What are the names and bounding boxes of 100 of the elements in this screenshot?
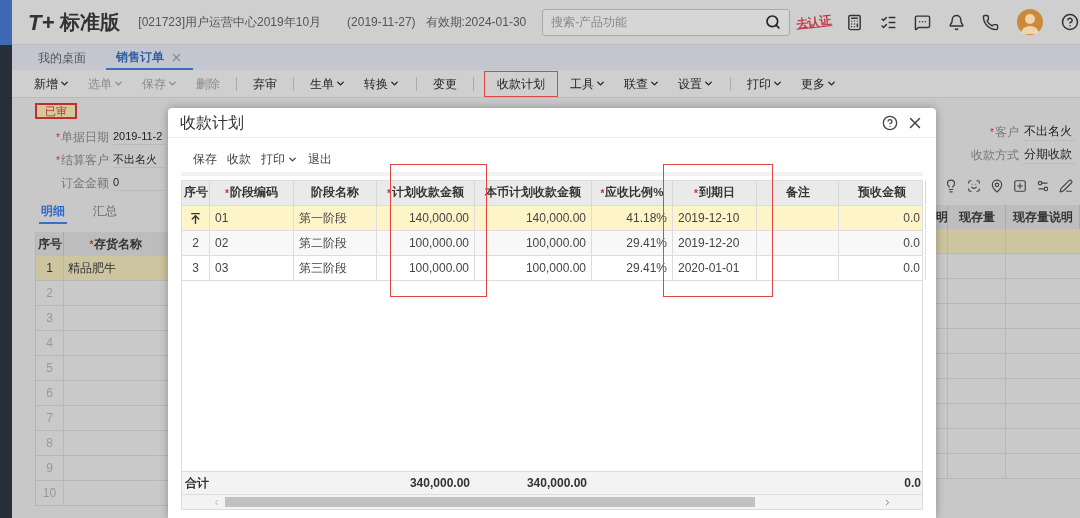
table-cell-text: 140,000.00 xyxy=(408,210,469,227)
required-mark: * xyxy=(56,131,60,143)
table-cell-text: 100,000.00 xyxy=(408,235,469,252)
field-value[interactable]: 2019-11-2 xyxy=(113,127,165,146)
toolbar-button[interactable]: 工具 xyxy=(564,70,612,97)
table-cell-text: 精品肥牛 xyxy=(68,260,116,277)
column-header: 阶段名称 xyxy=(311,185,359,201)
caret-icon xyxy=(335,78,346,89)
toolbar-button[interactable]: 弃审 xyxy=(247,70,283,97)
table-cell-text: 100,000.00 xyxy=(525,235,586,252)
date-text: (2019-11-27) xyxy=(347,14,416,31)
validity-text: 有效期:2024-01-30 xyxy=(425,14,527,31)
table-cell-text: 03 xyxy=(215,260,229,277)
help-icon[interactable] xyxy=(882,114,898,131)
table-cell-text: 第三阶段 xyxy=(299,260,347,277)
lightbulb-icon[interactable] xyxy=(944,179,958,193)
required-mark: * xyxy=(56,154,60,166)
table-cell-text: 第二阶段 xyxy=(299,235,347,252)
calculator-icon[interactable] xyxy=(846,13,864,31)
required-mark: * xyxy=(89,237,94,252)
column-header: 阶段编码 xyxy=(229,185,278,201)
caret-icon xyxy=(772,78,783,89)
total-value: 340,000.00 xyxy=(409,475,470,492)
toolbar-button[interactable]: 收款计划 xyxy=(484,70,558,97)
total-value: 340,000.00 xyxy=(526,475,587,492)
column-header: 预收金额 xyxy=(858,184,906,201)
field-label: 订金金额 xyxy=(61,175,109,190)
dialog-toolbar-button[interactable]: 退出 xyxy=(308,150,332,168)
table-cell-text: 0.0 xyxy=(903,260,920,277)
toolbar-button[interactable]: 转换 xyxy=(358,70,406,97)
map-pin-icon[interactable] xyxy=(990,179,1004,193)
message-icon[interactable] xyxy=(914,13,932,31)
table-cell-text: 0.0 xyxy=(903,235,920,252)
caret-icon xyxy=(167,78,178,89)
edit-icon[interactable] xyxy=(1059,179,1073,193)
total-value: 0.0 xyxy=(904,475,921,492)
table-cell-text: 0.0 xyxy=(903,210,920,227)
column-header: 备注 xyxy=(785,184,810,201)
required-mark: * xyxy=(600,187,605,201)
table-cell-text: 02 xyxy=(215,235,229,252)
scan-icon[interactable] xyxy=(967,179,981,193)
bell-icon[interactable] xyxy=(948,13,966,31)
field-value[interactable]: 不出名火 xyxy=(113,150,165,169)
scroll-right-icon[interactable] xyxy=(883,497,892,507)
caret-icon xyxy=(703,78,714,89)
detail-tab[interactable]: 汇总 xyxy=(91,202,119,224)
field-label: 单据日期 xyxy=(61,129,109,144)
insert-row-icon[interactable] xyxy=(189,211,202,225)
column-header: 到期日 xyxy=(698,185,735,201)
required-mark: * xyxy=(990,126,994,138)
toolbar-button[interactable]: 打印 xyxy=(741,70,789,97)
caret-icon xyxy=(389,78,400,89)
phone-icon[interactable] xyxy=(982,13,1000,31)
horizontal-scrollbar[interactable] xyxy=(182,494,922,509)
column-header: 应收比例% xyxy=(605,184,664,201)
toolbar-button[interactable]: 生单 xyxy=(304,70,352,97)
caret-icon xyxy=(595,78,606,89)
table-cell-text: 01 xyxy=(215,210,229,227)
table-cell-text: 2019-12-20 xyxy=(678,235,740,252)
search-icon xyxy=(765,14,782,30)
caret-icon xyxy=(113,78,124,89)
table-cell-text: 100,000.00 xyxy=(525,260,586,277)
column-header: 序号 xyxy=(183,184,208,201)
field-label: 客户 xyxy=(995,124,1019,139)
field-value[interactable]: 不出名火 xyxy=(1024,122,1076,141)
caret-icon xyxy=(826,78,837,89)
help-icon[interactable] xyxy=(1061,13,1080,31)
caret-icon xyxy=(649,78,660,89)
dialog-toolbar-button[interactable]: 打印 xyxy=(261,150,298,168)
row-number: 3 xyxy=(192,260,199,277)
field-value[interactable]: 分期收款 xyxy=(1024,145,1076,164)
field-label: 结算客户 xyxy=(61,152,109,167)
toolbar-button[interactable]: 变更 xyxy=(427,70,463,97)
settings-icon[interactable] xyxy=(1036,179,1050,193)
row-number: 2 xyxy=(192,235,199,252)
dialog-toolbar-button[interactable]: 收款 xyxy=(227,150,251,168)
status-badge: 已审 xyxy=(35,103,77,119)
toolbar-button[interactable]: 联查 xyxy=(618,70,666,97)
account-text: [021723]用户运营中心2019年10月 xyxy=(138,14,322,31)
toolbar-button[interactable]: 更多 xyxy=(795,70,843,97)
required-mark: * xyxy=(225,186,229,201)
dialog-toolbar-button[interactable]: 保存 xyxy=(193,150,217,168)
table-cell-text: 140,000.00 xyxy=(525,210,586,227)
toolbar-button[interactable]: 设置 xyxy=(672,70,720,97)
row-number: 1 xyxy=(36,256,64,280)
table-cell-text: 2019-12-10 xyxy=(678,210,740,227)
field-label: 收款方式 xyxy=(971,147,1019,162)
column-header: 存货名称 xyxy=(94,236,143,253)
toolbar-button[interactable]: 新增 xyxy=(28,70,76,97)
logo-mark: T+ xyxy=(28,8,55,37)
caret-icon xyxy=(59,78,70,89)
table-cell-text: 100,000.00 xyxy=(408,260,469,277)
search-box[interactable]: 搜索-产品功能 xyxy=(542,8,791,36)
grid-row[interactable]: 1 精品肥牛 xyxy=(36,256,168,281)
required-mark: * xyxy=(694,186,698,201)
search-field[interactable]: 搜索-产品功能 xyxy=(551,13,766,31)
page-tab[interactable]: 我的桌面 xyxy=(28,46,96,70)
field-value[interactable]: 0 xyxy=(113,173,165,192)
add-icon[interactable] xyxy=(1013,179,1027,193)
dialog-title: 收款计划 xyxy=(180,112,245,133)
